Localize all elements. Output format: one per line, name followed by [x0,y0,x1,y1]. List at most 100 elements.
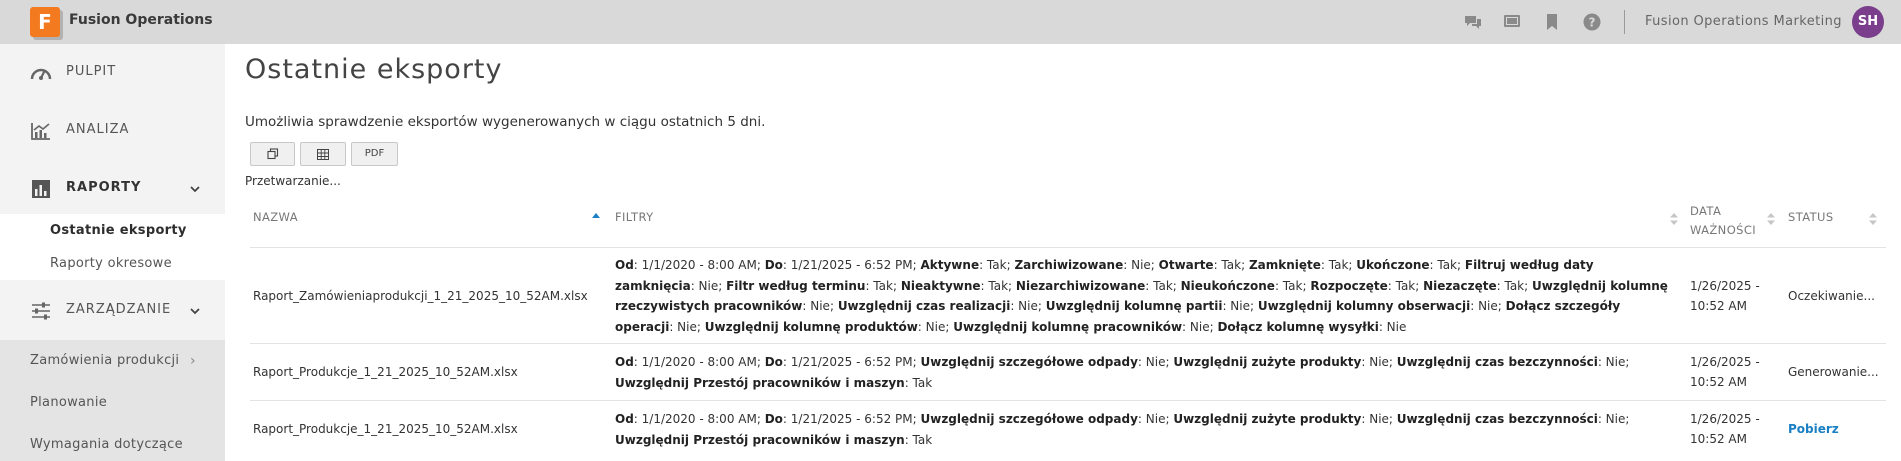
filter-key: Uwzględnij Przestój pracowników i maszyn [615,375,905,390]
filter-key: Filtr według terminu [726,278,866,293]
column-header-date-line1: DATA [1690,204,1722,218]
filter-key: Uwzględnij czas bezczynności [1396,412,1598,426]
sidebar-item-label: RAPORTY [66,180,142,195]
sidebar-subitem-ostatnie-eksporty[interactable]: Ostatnie eksporty [0,214,225,247]
report-icon [32,180,50,198]
filters-text: Od: 1/1/2020 - 8:00 AM; Do: 1/21/2025 - … [615,412,1630,447]
speedometer-icon [30,68,52,80]
bookmark-icon[interactable] [1542,12,1562,32]
filter-key: Zamknięte [1248,258,1321,272]
column-header-date-line2: WAŻNOŚCI [1690,223,1757,237]
expiry-time: 10:52 AM [1690,299,1747,313]
expiry-time: 10:52 AM [1690,375,1747,389]
filter-key: Ukończone [1356,258,1430,272]
filter-key: Uwzględnij kolumny obserwacji [1257,299,1471,313]
file-name[interactable]: Raport_Produkcje_1_21_2025_10_52AM.xlsx [253,362,518,382]
filter-key: Otwarte [1158,258,1214,272]
filter-key: Aktywne [920,258,980,272]
sidebar-item-zarzadzanie[interactable]: ZARZĄDZANIE [0,282,225,340]
filters-text: Od: 1/1/2020 - 8:00 AM; Do: 1/21/2025 - … [615,258,1668,334]
column-header-name[interactable]: NAZWA [253,210,298,224]
sliders-icon [32,302,50,320]
column-header-date[interactable]: DATA WAŻNOŚCI [1690,202,1756,240]
sidebar-item-label: PULPIT [66,64,117,79]
sidebar-item-pulpit[interactable]: PULPIT [0,44,225,102]
toolbar-divider [1624,10,1625,34]
account-name[interactable]: Fusion Operations Marketing [1645,14,1842,29]
expiry-date: 1/26/2025 - [1690,412,1760,426]
column-header-status[interactable]: STATUS [1788,210,1834,224]
filter-key: Uwzględnij kolumnę partii [1045,299,1223,313]
copy-icon [266,148,278,160]
filter-key: Nieaktywne [900,278,981,293]
sidebar-item-label: ZARZĄDZANIE [66,302,172,317]
page-title: Ostatnie eksporty [245,54,503,85]
filter-key: Uwzględnij czas realizacji [837,299,1011,313]
filter-key: Niezaczęte [1423,278,1497,293]
sidebar-item-analiza[interactable]: ANALIZA [0,102,225,160]
chart-icon [31,123,50,140]
svg-text:?: ? [1589,16,1596,30]
header-divider [250,247,1886,248]
status-text: Generowanie... [1788,365,1879,379]
file-name[interactable]: Raport_Produkcje_1_21_2025_10_52AM.xlsx [253,419,518,439]
filter-key: Uwzględnij kolumnę produktów [704,319,918,334]
filter-key: Nieukończone [1180,278,1275,293]
filter-key: Niezarchiwizowane [1015,278,1146,293]
filter-key: Do [764,412,783,426]
sidebar-subitem-label: Zamówienia produkcji [30,353,180,368]
pdf-export-button[interactable]: PDF [351,142,398,166]
sidebar: PULPIT ANALIZA RAPORTY Ostatnie eksporty… [0,44,225,461]
processing-status: Przetwarzanie... [245,174,341,188]
sidebar-item-label: ANALIZA [66,122,130,137]
chat-icon[interactable] [1463,12,1483,32]
sidebar-subitem-zamowienia-produkcji[interactable]: Zamówienia produkcji › [0,340,225,382]
help-icon[interactable]: ? [1582,12,1602,32]
download-link[interactable]: Pobierz [1788,419,1839,439]
row-divider [250,400,1886,401]
app-logo[interactable]: F [30,7,60,37]
column-header-filters[interactable]: FILTRY [615,210,654,224]
chevron-down-icon[interactable] [189,183,201,195]
page-description: Umożliwia sprawdzenie eksportów wygenero… [245,114,766,130]
filter-key: Uwzględnij szczegółowe odpady [920,412,1138,426]
chevron-down-icon[interactable] [189,305,201,317]
chevron-right-icon: › [190,353,196,369]
expiry-date: 1/26/2025 - [1690,355,1760,369]
row-divider [250,343,1886,344]
filter-key: Dołącz kolumnę wysyłki [1217,319,1379,334]
sidebar-subitem-raporty-okresowe[interactable]: Raporty okresowe [0,247,225,280]
filter-key: Do [764,258,783,272]
filters-text: Od: 1/1/2020 - 8:00 AM; Do: 1/21/2025 - … [615,355,1630,390]
sidebar-subitem-planowanie[interactable]: Planowanie [0,382,225,424]
avatar[interactable]: SH [1852,6,1884,38]
filter-key: Uwzględnij szczegółowe odpady [920,355,1138,369]
filter-key: Uwzględnij zużyte produkty [1173,355,1362,369]
expiry-time: 10:52 AM [1690,432,1747,446]
filter-key: Od [615,412,634,426]
top-bar: F Fusion Operations ? Fusion Operations … [0,0,1901,44]
status-text: Oczekiwanie... [1788,289,1875,303]
file-name[interactable]: Raport_Zamówieniaprodukcji_1_21_2025_10_… [253,286,588,306]
filter-key: Zarchiwizowane [1014,258,1124,272]
filter-key: Uwzględnij zużyte produkty [1173,412,1362,426]
monitor-icon[interactable] [1502,12,1522,32]
app-title[interactable]: Fusion Operations [69,12,213,28]
filter-key: Uwzględnij kolumnę pracowników [953,319,1183,334]
sort-icon[interactable] [1767,212,1775,226]
filter-key: Od [615,355,634,369]
copy-button[interactable] [250,142,295,166]
expiry-date: 1/26/2025 - [1690,279,1760,293]
filter-key: Rozpoczęte [1310,278,1388,293]
filter-key: Od [615,258,634,272]
filter-key: Uwzględnij czas bezczynności [1396,355,1598,369]
sort-icon[interactable] [1869,212,1877,226]
filter-key: Do [764,355,783,369]
sidebar-item-raporty[interactable]: RAPORTY [0,160,225,218]
sort-icon[interactable] [1670,212,1678,226]
csv-export-button[interactable] [300,142,346,166]
table-icon [317,149,329,160]
sidebar-subitem-wymagania[interactable]: Wymagania dotyczące [0,424,225,461]
filter-key: Uwzględnij Przestój pracowników i maszyn [615,432,905,447]
sort-asc-icon[interactable] [592,212,600,226]
